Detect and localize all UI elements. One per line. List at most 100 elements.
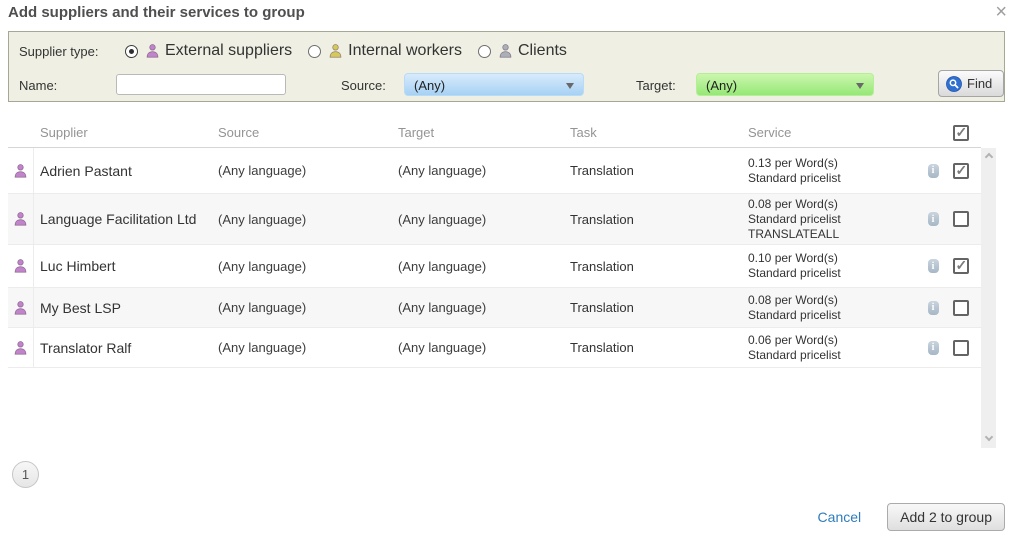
table-body: Adrien Pastant (Any language) (Any langu… — [8, 148, 996, 368]
info-icon[interactable]: i — [928, 259, 939, 273]
person-icon — [328, 43, 343, 59]
service-details: 0.08 per Word(s)Standard pricelistTRANSL… — [748, 197, 918, 242]
chevron-down-icon[interactable] — [984, 433, 992, 441]
target-language: (Any language) — [398, 300, 570, 315]
supplier-type-option[interactable]: Internal workers — [308, 42, 462, 60]
source-label: Source: — [341, 78, 386, 93]
supplier-type-option-label: Clients — [518, 42, 567, 60]
radio-button[interactable] — [125, 45, 138, 58]
supplier-type-row: Supplier type: External suppliers Intern… — [19, 41, 583, 61]
checkbox-cell — [948, 300, 973, 316]
supplier-type-option[interactable]: Clients — [478, 42, 567, 60]
table-row: Language Facilitation Ltd (Any language)… — [8, 194, 981, 245]
task-name: Translation — [570, 163, 748, 178]
target-label: Target: — [636, 78, 676, 93]
column-header-task: Task — [570, 125, 748, 140]
task-name: Translation — [570, 212, 748, 227]
find-button[interactable]: Find — [938, 70, 1004, 97]
row-icon-cell — [8, 245, 34, 287]
select-all-checkbox[interactable] — [953, 125, 969, 141]
source-language: (Any language) — [218, 259, 398, 274]
person-icon — [13, 258, 28, 274]
row-checkbox[interactable] — [953, 211, 969, 227]
table-row: Adrien Pastant (Any language) (Any langu… — [8, 148, 981, 194]
info-cell: i — [918, 301, 948, 315]
task-name: Translation — [570, 340, 748, 355]
row-checkbox[interactable] — [953, 340, 969, 356]
person-icon — [13, 340, 28, 356]
page-title: Add suppliers and their services to grou… — [8, 4, 305, 21]
target-language: (Any language) — [398, 340, 570, 355]
service-details: 0.08 per Word(s)Standard pricelist — [748, 293, 918, 323]
info-cell: i — [918, 341, 948, 355]
row-icon-cell — [8, 148, 34, 193]
checkbox-cell — [948, 211, 973, 227]
info-icon[interactable]: i — [928, 164, 939, 178]
vertical-scrollbar[interactable] — [981, 148, 996, 448]
find-button-label: Find — [967, 76, 992, 91]
supplier-name: Translator Ralf — [34, 340, 218, 356]
source-language: (Any language) — [218, 340, 398, 355]
radio-button[interactable] — [308, 45, 321, 58]
table-row: Luc Himbert (Any language) (Any language… — [8, 245, 981, 288]
chevron-up-icon[interactable] — [984, 153, 992, 161]
task-name: Translation — [570, 300, 748, 315]
cancel-button[interactable]: Cancel — [818, 509, 862, 525]
task-name: Translation — [570, 259, 748, 274]
person-icon — [145, 43, 160, 59]
row-icon-cell — [8, 194, 34, 244]
row-checkbox[interactable] — [953, 163, 969, 179]
target-dropdown[interactable]: (Any) — [696, 73, 874, 96]
header-checkbox-cell — [948, 125, 973, 141]
target-language: (Any language) — [398, 212, 570, 227]
add-to-group-button[interactable]: Add 2 to group — [887, 503, 1005, 531]
checkbox-cell — [948, 258, 973, 274]
supplier-name: Language Facilitation Ltd — [34, 211, 218, 227]
info-icon[interactable]: i — [928, 212, 939, 226]
filter-fields-row: Name: Source: (Any) Target: (Any) Find — [19, 73, 996, 99]
info-icon[interactable]: i — [928, 301, 939, 315]
pagination-page-button[interactable]: 1 — [12, 461, 39, 488]
source-language: (Any language) — [218, 163, 398, 178]
row-checkbox[interactable] — [953, 258, 969, 274]
row-icon-cell — [8, 328, 34, 367]
radio-button[interactable] — [478, 45, 491, 58]
source-dropdown-value: (Any) — [414, 78, 445, 93]
checkbox-cell — [948, 163, 973, 179]
row-icon-cell — [8, 288, 34, 327]
column-header-source: Source — [218, 125, 398, 140]
column-header-supplier: Supplier — [34, 125, 218, 140]
target-language: (Any language) — [398, 163, 570, 178]
info-icon[interactable]: i — [928, 341, 939, 355]
checkbox-cell — [948, 340, 973, 356]
source-language: (Any language) — [218, 212, 398, 227]
source-language: (Any language) — [218, 300, 398, 315]
person-icon — [13, 300, 28, 316]
person-icon — [498, 43, 513, 59]
info-cell: i — [918, 212, 948, 226]
supplier-type-radio-group: External suppliers Internal workers Clie… — [125, 42, 583, 60]
source-dropdown[interactable]: (Any) — [404, 73, 584, 96]
search-icon — [946, 76, 962, 92]
filter-panel: Supplier type: External suppliers Intern… — [8, 31, 1005, 102]
service-details: 0.06 per Word(s)Standard pricelist — [748, 333, 918, 363]
name-label: Name: — [19, 78, 57, 93]
supplier-name: Adrien Pastant — [34, 163, 218, 179]
target-language: (Any language) — [398, 259, 570, 274]
dialog-footer: Cancel Add 2 to group — [818, 503, 1005, 531]
suppliers-table: Supplier Source Target Task Service Adri… — [8, 118, 996, 448]
row-checkbox[interactable] — [953, 300, 969, 316]
name-input[interactable] — [116, 74, 286, 95]
close-icon[interactable]: × — [995, 2, 1007, 22]
target-dropdown-value: (Any) — [706, 78, 737, 93]
supplier-type-option[interactable]: External suppliers — [125, 42, 292, 60]
column-header-target: Target — [398, 125, 570, 140]
supplier-type-option-label: External suppliers — [165, 42, 292, 60]
person-icon — [13, 211, 28, 227]
supplier-name: My Best LSP — [34, 300, 218, 316]
info-cell: i — [918, 164, 948, 178]
supplier-type-option-label: Internal workers — [348, 42, 462, 60]
service-details: 0.10 per Word(s)Standard pricelist — [748, 251, 918, 281]
supplier-name: Luc Himbert — [34, 258, 218, 274]
service-details: 0.13 per Word(s)Standard pricelist — [748, 156, 918, 186]
